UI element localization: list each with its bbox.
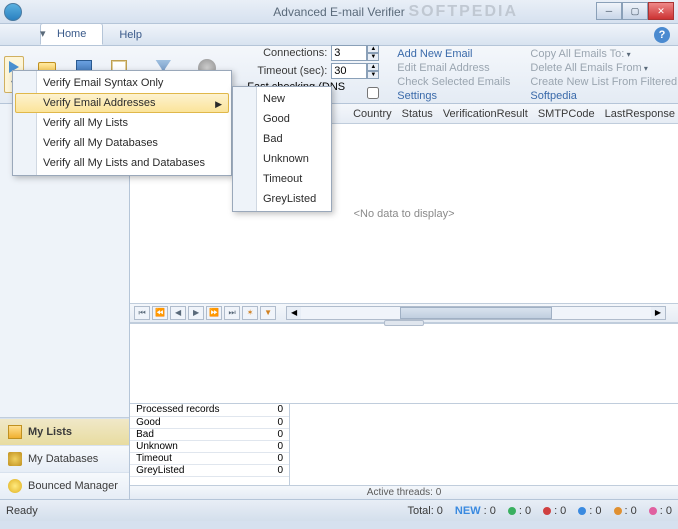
sidebar-item-bounced[interactable]: Bounced Manager: [0, 472, 129, 499]
nav-prev-page-icon[interactable]: ⏪: [152, 306, 168, 320]
verify-submenu: New Good Bad Unknown Timeout GreyListed: [232, 86, 332, 212]
status-ready: Ready: [6, 505, 38, 517]
sidebar-item-databases[interactable]: My Databases: [0, 445, 129, 472]
submenu-bad[interactable]: Bad: [235, 129, 329, 149]
qat-dropdown-icon[interactable]: ▾: [40, 27, 52, 43]
table-row: Good0: [130, 416, 289, 428]
submenu-new[interactable]: New: [235, 89, 329, 109]
maximize-button[interactable]: ▢: [622, 2, 648, 20]
sidebar-label: My Lists: [28, 426, 72, 438]
submenu-unknown[interactable]: Unknown: [235, 149, 329, 169]
table-row: GreyListed0: [130, 464, 289, 476]
nav-prev-icon[interactable]: ◀: [170, 306, 186, 320]
nav-filter-icon[interactable]: ▼: [260, 306, 276, 320]
col-smtp[interactable]: SMTPCode: [535, 108, 598, 120]
connections-label: Connections:: [247, 47, 327, 59]
nav-last-icon[interactable]: ⏭: [224, 306, 240, 320]
ribbon-tabs: ▾ Home Help ?: [0, 24, 678, 46]
nav-bookmark-icon[interactable]: ✶: [242, 306, 258, 320]
verify-menu: Verify Email Syntax Only Verify Email Ad…: [12, 70, 232, 176]
table-row: Timeout0: [130, 452, 289, 464]
spin-down-icon[interactable]: ▼: [367, 53, 379, 61]
spin-up-icon[interactable]: ▲: [367, 45, 379, 53]
lists-icon: [8, 425, 22, 439]
horizontal-scrollbar[interactable]: ◀▶: [286, 306, 666, 320]
menu-item-syntax[interactable]: Verify Email Syntax Only: [15, 73, 229, 93]
add-new-email-link[interactable]: Add New Email: [397, 48, 510, 60]
softpedia-link[interactable]: Softpedia: [530, 90, 678, 102]
table-row: Bad0: [130, 428, 289, 440]
nav-first-icon[interactable]: ⏮: [134, 306, 150, 320]
title-bar: Advanced E-mail Verifier SOFTPEDIA ─ ▢ ✕: [0, 0, 678, 24]
dot-icon: [578, 507, 586, 515]
col-status[interactable]: Status: [399, 108, 436, 120]
connections-input[interactable]: [331, 45, 367, 61]
timeout-input[interactable]: [331, 63, 367, 79]
menu-item-addresses[interactable]: Verify Email Addresses▶: [15, 93, 229, 113]
copy-emails-link[interactable]: Copy All Emails To:: [530, 48, 678, 60]
detail-pane: [130, 323, 678, 403]
window-title: Advanced E-mail Verifier: [273, 5, 404, 19]
splitter-handle[interactable]: [384, 320, 424, 326]
empty-text: <No data to display>: [354, 208, 455, 220]
menu-item-all-lists[interactable]: Verify all My Lists: [15, 113, 229, 133]
stats-table: Processed records0 Good0 Bad0 Unknown0 T…: [130, 404, 290, 485]
close-button[interactable]: ✕: [648, 2, 674, 20]
sidebar-label: My Databases: [28, 453, 98, 465]
spin-up-icon[interactable]: ▲: [367, 63, 379, 71]
table-row: Processed records0: [130, 404, 289, 416]
status-total: Total: 0: [407, 505, 442, 517]
nav-next-page-icon[interactable]: ⏩: [206, 306, 222, 320]
dot-icon: [543, 507, 551, 515]
table-row: Unknown0: [130, 440, 289, 452]
bounce-icon: [8, 479, 22, 493]
sidebar-item-lists[interactable]: My Lists: [0, 418, 129, 445]
dot-icon: [649, 507, 657, 515]
help-icon[interactable]: ?: [654, 27, 670, 43]
fast-checking-checkbox[interactable]: [367, 87, 379, 99]
status-bar: Ready Total: 0 NEW: 0 : 0 : 0 : 0 : 0 : …: [0, 499, 678, 521]
menu-item-all-lists-db[interactable]: Verify all My Lists and Databases: [15, 153, 229, 173]
submenu-greylisted[interactable]: GreyListed: [235, 189, 329, 209]
submenu-good[interactable]: Good: [235, 109, 329, 129]
delete-emails-link[interactable]: Delete All Emails From: [530, 62, 678, 74]
database-icon: [8, 452, 22, 466]
minimize-button[interactable]: ─: [596, 2, 622, 20]
active-threads: Active threads: 0: [130, 485, 678, 499]
dot-icon: [614, 507, 622, 515]
check-selected-link[interactable]: Check Selected Emails: [397, 76, 510, 88]
watermark: SOFTPEDIA: [408, 3, 518, 21]
settings-link[interactable]: Settings: [397, 90, 510, 102]
new-badge: NEW: [455, 505, 481, 517]
tab-help[interactable]: Help: [103, 25, 158, 45]
col-response[interactable]: LastResponse: [602, 108, 678, 120]
dot-icon: [508, 507, 516, 515]
app-orb-icon[interactable]: [4, 3, 22, 21]
edit-email-link[interactable]: Edit Email Address: [397, 62, 510, 74]
spin-down-icon[interactable]: ▼: [367, 71, 379, 79]
sidebar-label: Bounced Manager: [28, 480, 118, 492]
col-verification[interactable]: VerificationResult: [440, 108, 531, 120]
timeout-label: Timeout (sec):: [247, 65, 327, 77]
submenu-arrow-icon: ▶: [215, 99, 222, 110]
create-list-link[interactable]: Create New List From Filtered Data: [530, 76, 678, 88]
nav-next-icon[interactable]: ▶: [188, 306, 204, 320]
col-country[interactable]: Country: [350, 108, 395, 120]
submenu-timeout[interactable]: Timeout: [235, 169, 329, 189]
menu-item-all-databases[interactable]: Verify all My Databases: [15, 133, 229, 153]
